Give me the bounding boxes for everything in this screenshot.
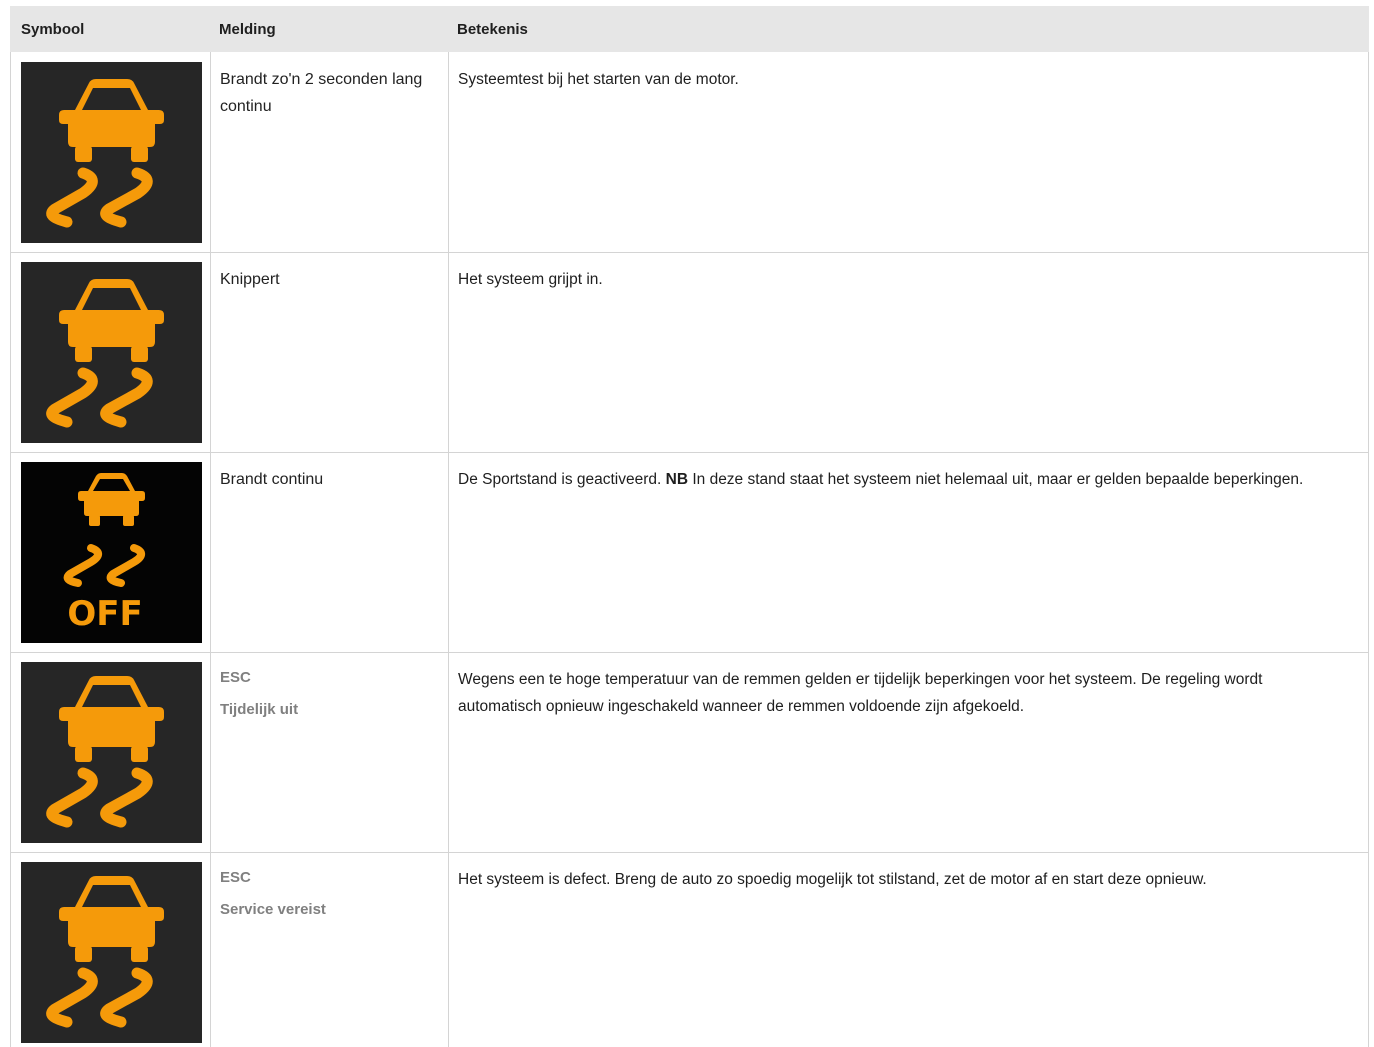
message-text: ESC Tijdelijk uit <box>220 662 440 726</box>
message-text: ESC Service vereist <box>220 862 440 926</box>
message-subtitle: Tijdelijk uit <box>220 701 299 718</box>
message-subtitle: Service vereist <box>220 901 326 918</box>
table-header: Symbool Melding Betekenis <box>10 6 1369 52</box>
meaning-note-label: NB <box>665 471 689 488</box>
meaning-text: Het systeem grijpt in. <box>458 271 603 288</box>
traction-control-icon <box>21 862 202 1043</box>
meaning-text-part: De Sportstand is geactiveerd. <box>458 471 666 488</box>
meaning-text: De Sportstand is geactiveerd. NB In deze… <box>458 466 1348 493</box>
column-header-message: Melding <box>219 21 276 38</box>
message-title: ESC <box>220 669 251 686</box>
icon-off-label: OFF <box>67 594 142 634</box>
meaning-text: Systeemtest bij het starten van de motor… <box>458 71 739 88</box>
table-row: Brandt zo'n 2 seconden lang continu Syst… <box>10 52 1369 252</box>
table-row: OFF Brandt continu De Sportstand is geac… <box>10 452 1369 652</box>
traction-control-icon <box>21 662 202 843</box>
warning-symbol-table: Symbool Melding Betekenis Brandt zo'n 2 … <box>10 6 1369 1047</box>
table-row: Knippert Het systeem grijpt in. <box>10 252 1369 452</box>
traction-control-icon <box>21 62 202 243</box>
table-row: ESC Tijdelijk uit Wegens een te hoge tem… <box>10 652 1369 852</box>
traction-control-icon <box>21 262 202 443</box>
meaning-text-part: In deze stand staat het systeem niet hel… <box>688 471 1304 488</box>
message-text: Knippert <box>220 271 280 288</box>
message-title: ESC <box>220 869 251 886</box>
message-text: Brandt zo'n 2 seconden lang continu <box>220 71 423 115</box>
meaning-text: Wegens een te hoge temperatuur van de re… <box>458 671 1263 715</box>
traction-control-off-icon: OFF <box>21 462 202 643</box>
table-row: ESC Service vereist Het systeem is defec… <box>10 852 1369 1047</box>
column-header-symbol: Symbool <box>21 21 85 38</box>
meaning-text: Het systeem is defect. Breng de auto zo … <box>458 871 1207 888</box>
column-header-meaning: Betekenis <box>457 21 528 38</box>
message-text: Brandt continu <box>220 471 324 488</box>
